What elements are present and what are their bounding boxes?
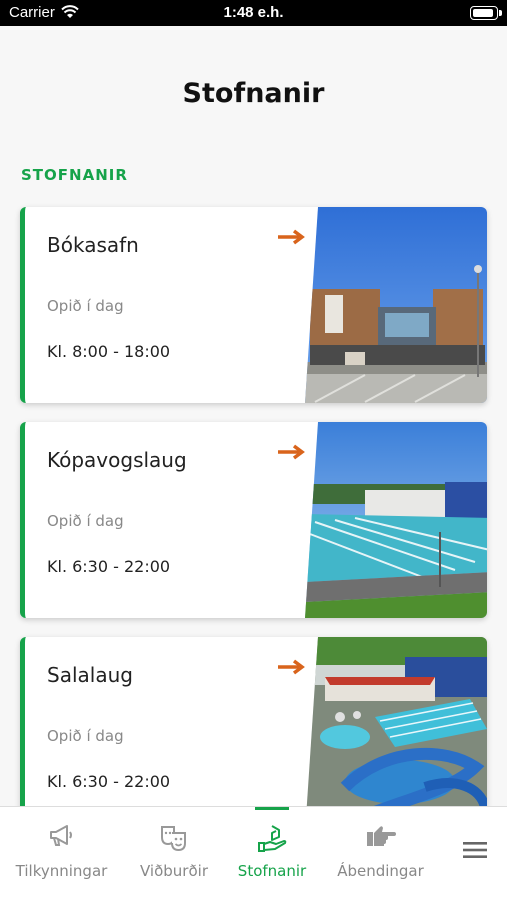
tab-abendingar[interactable]: Ábendingar (319, 807, 442, 900)
battery-level (473, 9, 493, 17)
menu-button[interactable] (442, 807, 507, 900)
page-title: Stofnanir (182, 78, 325, 109)
clock: 1:48 e.h. (223, 4, 284, 21)
tab-label: Tilkynningar (15, 862, 108, 880)
pointing-hand-icon (319, 823, 442, 855)
card-hours: Kl. 6:30 - 22:00 (47, 772, 171, 791)
tab-bar: Tilkynningar Viðburðir Stofnanir Ábendin… (0, 806, 507, 900)
arrow-right-icon[interactable] (277, 444, 305, 464)
card-title: Bókasafn (47, 233, 139, 257)
tab-label: Stofnanir (237, 862, 307, 880)
menu-icon (442, 841, 507, 873)
institution-card-kopavogslaug[interactable]: Kópavogslaug Opið í dag Kl. 6:30 - 22:00 (20, 422, 487, 618)
institution-card-salalaug[interactable]: Salalaug Opið í dag Kl. 6:30 - 22:00 (20, 637, 487, 833)
tab-tilkynningar[interactable]: Tilkynningar (0, 807, 123, 900)
tab-label: Viðburðir (140, 862, 208, 880)
card-hours: Kl. 8:00 - 18:00 (47, 342, 171, 361)
hand-building-icon (225, 823, 319, 855)
card-title: Kópavogslaug (47, 448, 187, 472)
card-hours: Kl. 6:30 - 22:00 (47, 557, 171, 576)
waterpark-aerial-photo (305, 637, 487, 833)
arrow-right-icon[interactable] (277, 229, 305, 249)
tab-label: Ábendingar (337, 862, 424, 880)
status-bar: Carrier 1:48 e.h. (0, 0, 507, 26)
card-status: Opið í dag (47, 512, 124, 530)
outdoor-pool-photo (305, 422, 487, 618)
card-status: Opið í dag (47, 297, 124, 315)
megaphone-icon (0, 823, 123, 855)
arrow-right-icon[interactable] (277, 659, 305, 679)
battery-icon (470, 6, 502, 20)
institution-card-bokasafn[interactable]: Bókasafn Opið í dag Kl. 8:00 - 18:00 (20, 207, 487, 403)
card-status: Opið í dag (47, 727, 124, 745)
institution-list: Bókasafn Opið í dag Kl. 8:00 - 18:00 Kóp… (20, 207, 487, 852)
theater-masks-icon (123, 823, 225, 855)
card-title: Salalaug (47, 663, 133, 687)
tab-stofnanir[interactable]: Stofnanir (225, 807, 319, 900)
section-heading: STOFNANIR (21, 166, 128, 184)
library-building-photo (305, 207, 487, 403)
tab-vidburdir[interactable]: Viðburðir (123, 807, 225, 900)
